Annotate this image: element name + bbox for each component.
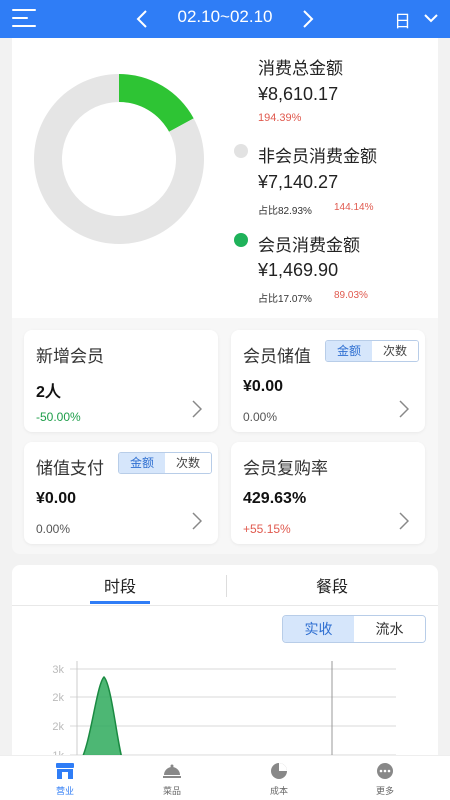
member-legend-dot <box>234 233 248 247</box>
date-range-label[interactable]: 02.10~02.10 <box>160 7 290 27</box>
y-tick-label: 2k <box>52 721 64 733</box>
chevron-right-icon[interactable] <box>399 512 409 530</box>
hourly-revenue-chart: 3k2k2k1k <box>52 661 396 765</box>
next-date-icon[interactable] <box>298 8 318 30</box>
tab-time-period[interactable]: 时段 <box>20 573 220 597</box>
actual-received-option[interactable]: 实收 <box>283 616 354 642</box>
y-tick-label: 3k <box>52 664 64 676</box>
member-label: 会员消费金额 <box>258 236 360 255</box>
non-member-legend-dot <box>234 144 248 158</box>
tab-meal-period[interactable]: 餐段 <box>232 573 432 597</box>
count-option[interactable]: 次数 <box>165 453 211 473</box>
stored-payment-metric-toggle: 金额 次数 <box>118 452 212 474</box>
stored-value-payment-tile[interactable]: 储值支付 金额 次数 ¥0.00 0.00% <box>24 442 218 544</box>
nav-cost-label: 成本 <box>269 786 288 796</box>
member-stored-value-tile[interactable]: 会员储值 金额 次数 ¥0.00 0.00% <box>231 330 425 432</box>
count-option[interactable]: 次数 <box>372 341 418 361</box>
amount-option[interactable]: 金额 <box>119 453 165 473</box>
turnover-option[interactable]: 流水 <box>354 616 425 642</box>
time-analysis-card: 时段 餐段 实收 流水 3k2k2k1k <box>12 565 438 765</box>
nav-business-label: 营业 <box>55 786 74 796</box>
new-members-change: -50.00% <box>36 410 81 424</box>
nav-business[interactable]: 营业 <box>35 762 95 797</box>
bottom-navigation: 营业 菜品 成本 更多 <box>0 755 450 800</box>
amount-option[interactable]: 金额 <box>326 341 372 361</box>
non-member-change: 144.14% <box>334 202 374 213</box>
y-tick-label: 2k <box>52 692 64 704</box>
member-change: 89.03% <box>334 290 368 301</box>
total-consumption-label: 消费总金额 <box>258 59 343 78</box>
nav-more[interactable]: 更多 <box>355 762 415 797</box>
stored-value-payment-pct: 0.00% <box>36 522 71 536</box>
total-consumption-change: 194.39% <box>258 112 302 124</box>
non-member-share: 占比82.93% <box>258 206 312 217</box>
member-share-donut-chart <box>34 74 204 244</box>
stored-value-payment-title: 储值支付 <box>36 459 104 478</box>
period-select[interactable]: 日 <box>394 7 411 32</box>
nav-more-label: 更多 <box>375 786 394 796</box>
store-icon <box>56 763 74 779</box>
non-member-value: ¥7,140.27 <box>258 172 339 192</box>
chevron-down-icon[interactable] <box>422 10 440 26</box>
non-member-label: 非会员消费金额 <box>258 147 377 166</box>
dish-cover-icon <box>163 764 181 778</box>
member-stored-value-title: 会员储值 <box>243 347 311 366</box>
total-consumption-value: ¥8,610.17 <box>258 84 339 104</box>
consumption-summary-card: 消费总金额 ¥8,610.17 194.39% 非会员消费金额 ¥7,140.2… <box>12 38 438 554</box>
previous-date-icon[interactable] <box>132 8 152 30</box>
member-share: 占比17.07% <box>258 294 312 305</box>
member-stored-value-amount: ¥0.00 <box>243 378 284 395</box>
new-members-value: 2人 <box>36 384 61 401</box>
revenue-area <box>76 675 125 765</box>
new-members-title: 新增会员 <box>36 347 104 366</box>
nav-dishes[interactable]: 菜品 <box>142 762 202 797</box>
repurchase-rate-title: 会员复购率 <box>243 459 328 478</box>
repurchase-rate-change: +55.15% <box>243 522 291 536</box>
tabs-divider-line <box>12 605 438 606</box>
nav-cost[interactable]: 成本 <box>249 762 309 797</box>
chevron-right-icon[interactable] <box>399 400 409 418</box>
menu-icon[interactable] <box>12 8 36 28</box>
member-stored-value-pct: 0.00% <box>243 410 278 424</box>
stored-value-payment-amount: ¥0.00 <box>36 490 77 507</box>
repurchase-rate-tile[interactable]: 会员复购率 429.63% +55.15% <box>231 442 425 544</box>
member-value: ¥1,469.90 <box>258 260 339 280</box>
revenue-type-toggle: 实收 流水 <box>282 615 426 643</box>
nav-dishes-label: 菜品 <box>162 786 181 796</box>
active-tab-indicator <box>90 601 150 604</box>
pie-chart-icon <box>271 763 287 779</box>
consumption-overview: 消费总金额 ¥8,610.17 194.39% 非会员消费金额 ¥7,140.2… <box>12 38 438 318</box>
top-bar: 02.10~02.10 日 <box>0 0 450 38</box>
chevron-right-icon[interactable] <box>192 512 202 530</box>
new-members-tile[interactable]: 新增会员 2人 -50.00% <box>24 330 218 432</box>
tab-divider <box>226 575 227 597</box>
repurchase-rate-value: 429.63% <box>243 490 307 507</box>
member-slice <box>119 74 194 132</box>
member-stored-metric-toggle: 金额 次数 <box>325 340 419 362</box>
chevron-right-icon[interactable] <box>192 400 202 418</box>
more-dots-icon <box>377 763 393 779</box>
